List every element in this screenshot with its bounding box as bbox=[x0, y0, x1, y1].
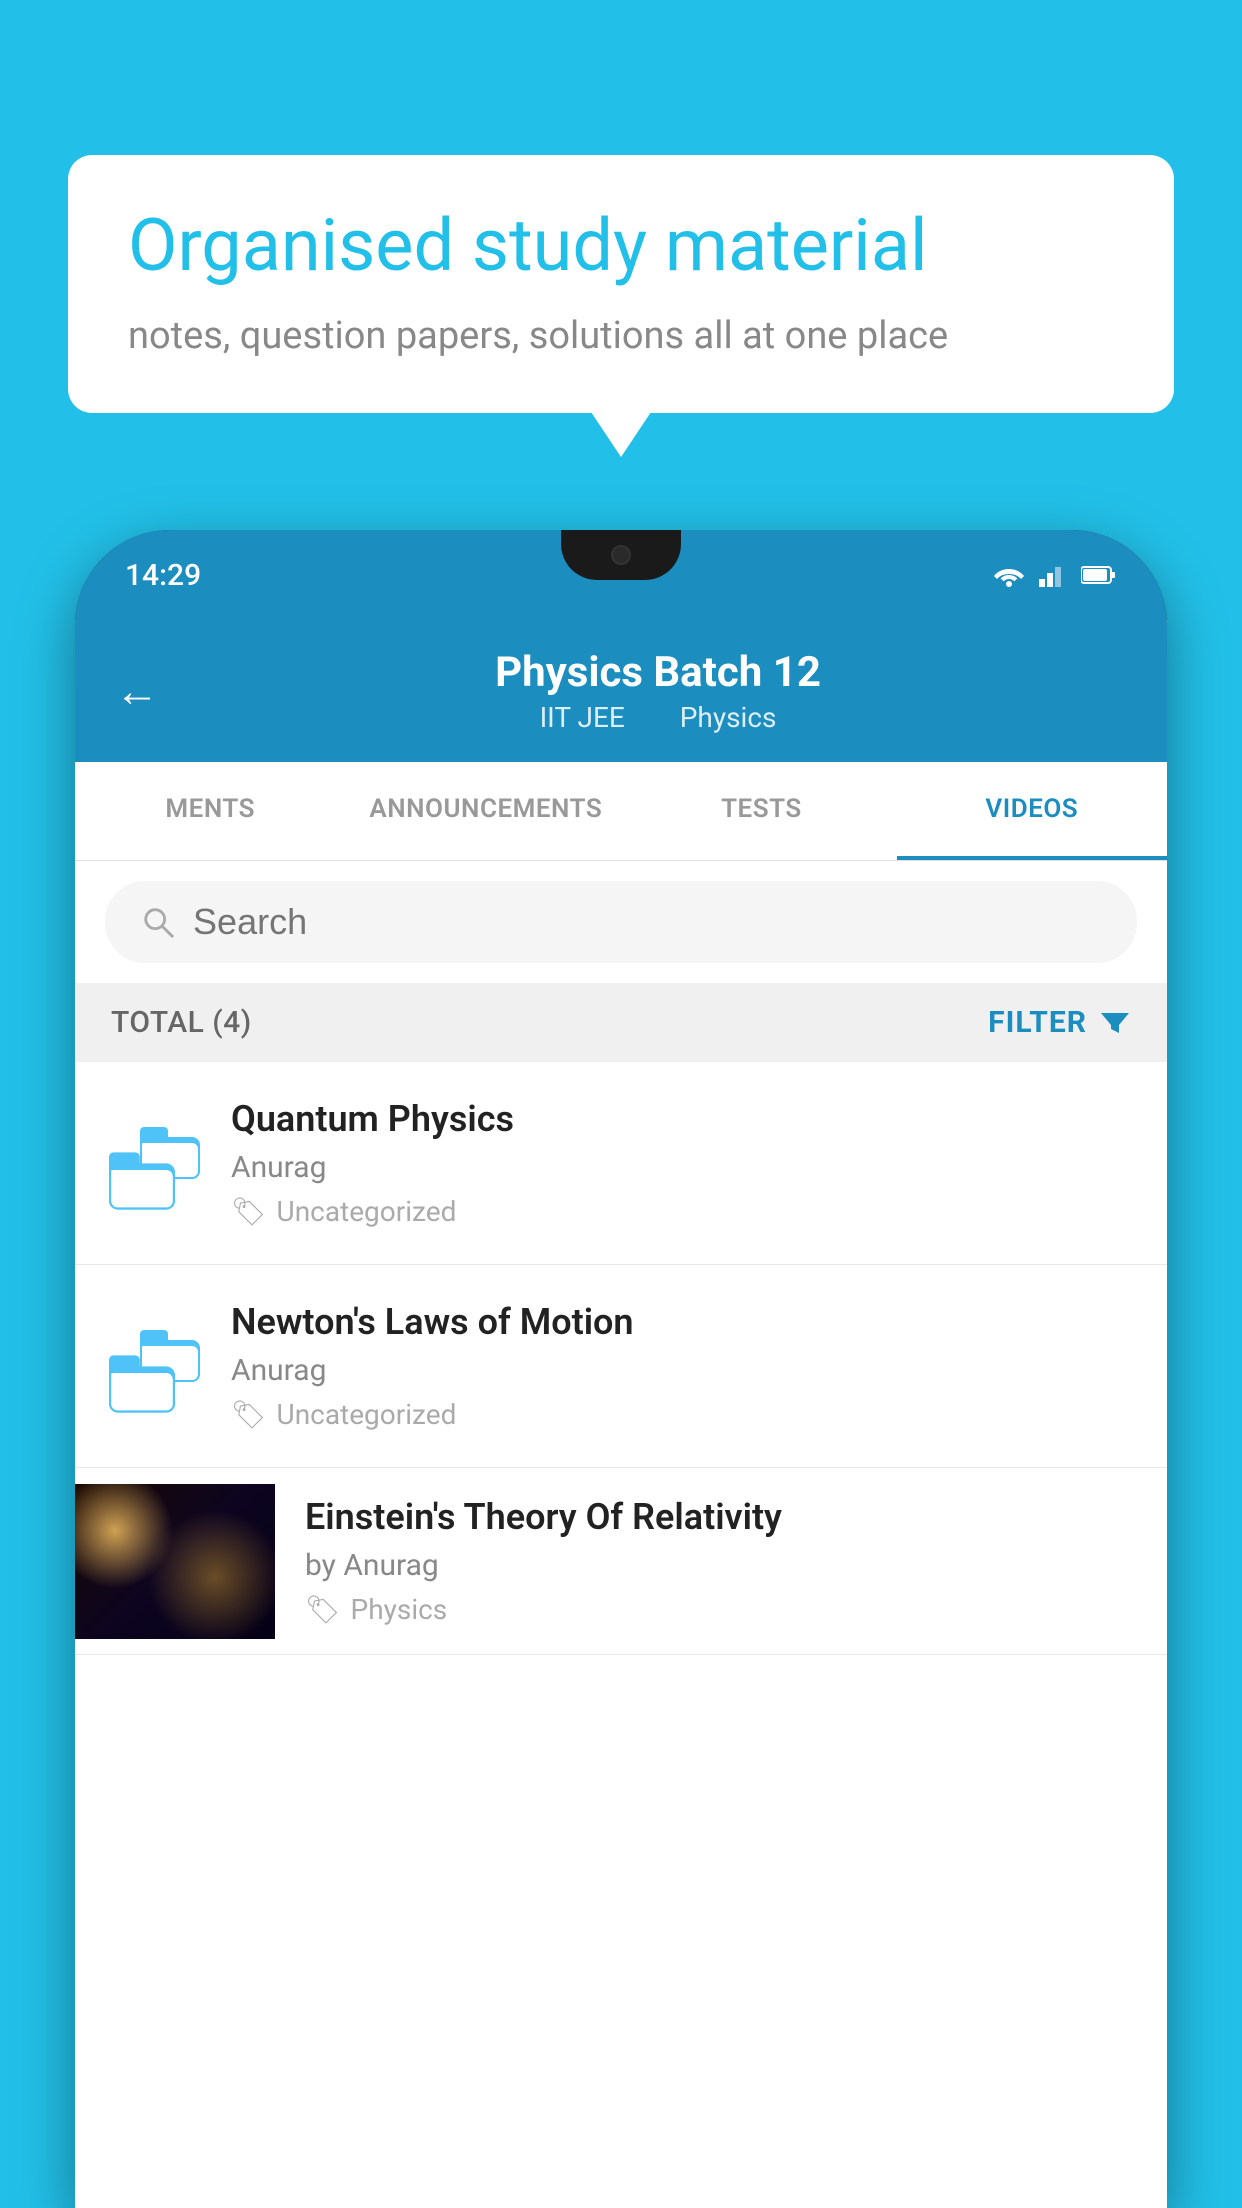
tag-label: Uncategorized bbox=[277, 1398, 457, 1431]
battery-icon bbox=[1081, 563, 1117, 587]
list-item[interactable]: Quantum Physics Anurag 🏷 Uncategorized bbox=[75, 1062, 1167, 1265]
video-tag: 🏷 Physics bbox=[305, 1593, 1137, 1626]
video-list: Quantum Physics Anurag 🏷 Uncategorized bbox=[75, 1062, 1167, 2208]
folder-stack-icon bbox=[112, 1119, 200, 1207]
tab-videos[interactable]: VIDEOS bbox=[897, 762, 1167, 860]
phone-screen: ← Physics Batch 12 IIT JEE Physics MENTS… bbox=[75, 620, 1167, 2208]
video-item-info: Quantum Physics Anurag 🏷 Uncategorized bbox=[231, 1098, 1131, 1228]
search-bar-container bbox=[75, 861, 1167, 983]
folder-front-icon bbox=[109, 1355, 175, 1412]
speech-bubble: Organised study material notes, question… bbox=[68, 155, 1174, 413]
subtitle-physics: Physics bbox=[680, 701, 777, 734]
filter-icon bbox=[1099, 1009, 1131, 1037]
filter-label: FILTER bbox=[988, 1005, 1087, 1040]
wifi-icon bbox=[993, 563, 1025, 587]
back-button[interactable]: ← bbox=[115, 665, 159, 717]
video-tag: 🏷 Uncategorized bbox=[231, 1398, 1131, 1431]
video-title: Newton's Laws of Motion bbox=[231, 1301, 1131, 1343]
search-icon bbox=[141, 904, 175, 940]
list-item[interactable]: Newton's Laws of Motion Anurag 🏷 Uncateg… bbox=[75, 1265, 1167, 1468]
video-item-info: Einstein's Theory Of Relativity by Anura… bbox=[275, 1468, 1167, 1654]
tag-icon: 🏷 bbox=[231, 1195, 267, 1228]
video-tag: 🏷 Uncategorized bbox=[231, 1195, 1131, 1228]
tab-ments[interactable]: MENTS bbox=[75, 762, 345, 860]
signal-icon bbox=[1039, 563, 1067, 587]
tag-icon: 🏷 bbox=[305, 1593, 341, 1626]
tag-icon: 🏷 bbox=[231, 1398, 267, 1431]
filter-bar: TOTAL (4) FILTER bbox=[75, 983, 1167, 1062]
tabs-bar: MENTS ANNOUNCEMENTS TESTS VIDEOS bbox=[75, 762, 1167, 861]
screen-subtitle: IIT JEE Physics bbox=[189, 701, 1127, 734]
header-title-area: Physics Batch 12 IIT JEE Physics bbox=[189, 648, 1127, 734]
tag-label: Uncategorized bbox=[277, 1195, 457, 1228]
status-bar: 14:29 bbox=[75, 530, 1167, 620]
front-camera bbox=[611, 545, 631, 565]
tab-announcements[interactable]: ANNOUNCEMENTS bbox=[345, 762, 626, 860]
video-thumbnail bbox=[75, 1484, 275, 1639]
screen-title: Physics Batch 12 bbox=[189, 648, 1127, 697]
video-title: Einstein's Theory Of Relativity bbox=[305, 1496, 1137, 1538]
video-author: by Anurag bbox=[305, 1548, 1137, 1583]
folder-front-icon bbox=[109, 1152, 175, 1209]
thumbnail-bg bbox=[75, 1484, 275, 1639]
video-author: Anurag bbox=[231, 1150, 1131, 1185]
phone-frame: 14:29 bbox=[75, 530, 1167, 2208]
subtitle-iit: IIT JEE bbox=[540, 701, 625, 734]
folder-icon-container bbox=[111, 1321, 201, 1411]
bubble-subtitle: notes, question papers, solutions all at… bbox=[128, 310, 1114, 363]
folder-stack-icon bbox=[112, 1322, 200, 1410]
status-icons bbox=[993, 563, 1117, 587]
total-count: TOTAL (4) bbox=[111, 1005, 252, 1040]
phone-notch bbox=[561, 530, 681, 580]
tag-label: Physics bbox=[351, 1593, 448, 1626]
video-title: Quantum Physics bbox=[231, 1098, 1131, 1140]
filter-button[interactable]: FILTER bbox=[988, 1005, 1131, 1040]
list-item[interactable]: Einstein's Theory Of Relativity by Anura… bbox=[75, 1468, 1167, 1655]
tab-tests[interactable]: TESTS bbox=[626, 762, 896, 860]
video-item-info: Newton's Laws of Motion Anurag 🏷 Uncateg… bbox=[231, 1301, 1131, 1431]
status-time: 14:29 bbox=[125, 558, 201, 593]
app-header: ← Physics Batch 12 IIT JEE Physics bbox=[75, 620, 1167, 762]
video-author: Anurag bbox=[231, 1353, 1131, 1388]
bubble-title: Organised study material bbox=[128, 205, 1114, 288]
search-bar[interactable] bbox=[105, 881, 1137, 963]
folder-icon-container bbox=[111, 1118, 201, 1208]
search-input[interactable] bbox=[193, 901, 1101, 943]
